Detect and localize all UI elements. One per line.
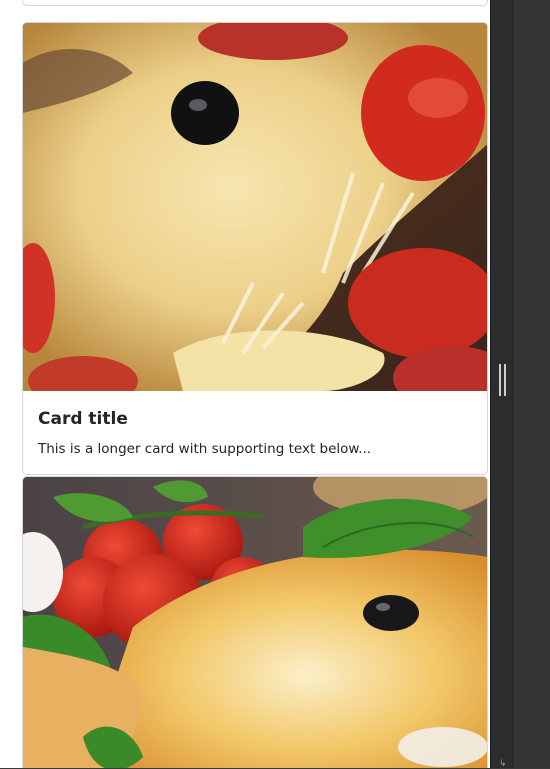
card-body: Card title This is a longer card with su…	[23, 391, 487, 473]
card-text: This is a longer card with supporting te…	[38, 441, 372, 457]
devtools-splitter[interactable]: ↳	[490, 0, 514, 769]
corner-arrow-icon: ↳	[499, 759, 507, 769]
browser-viewport: Card title This is a longer card with su…	[0, 0, 490, 768]
card-image-pizza-slice	[23, 477, 487, 768]
card: Card title This is a longer card with su…	[22, 22, 488, 475]
card-image-pizza-cheese	[23, 23, 487, 391]
card-title: Card title	[38, 409, 128, 429]
previous-card-bottom	[22, 0, 488, 6]
resize-handle-icon[interactable]	[497, 364, 507, 396]
devtools-pane: ↳	[490, 0, 550, 769]
card	[22, 476, 488, 768]
